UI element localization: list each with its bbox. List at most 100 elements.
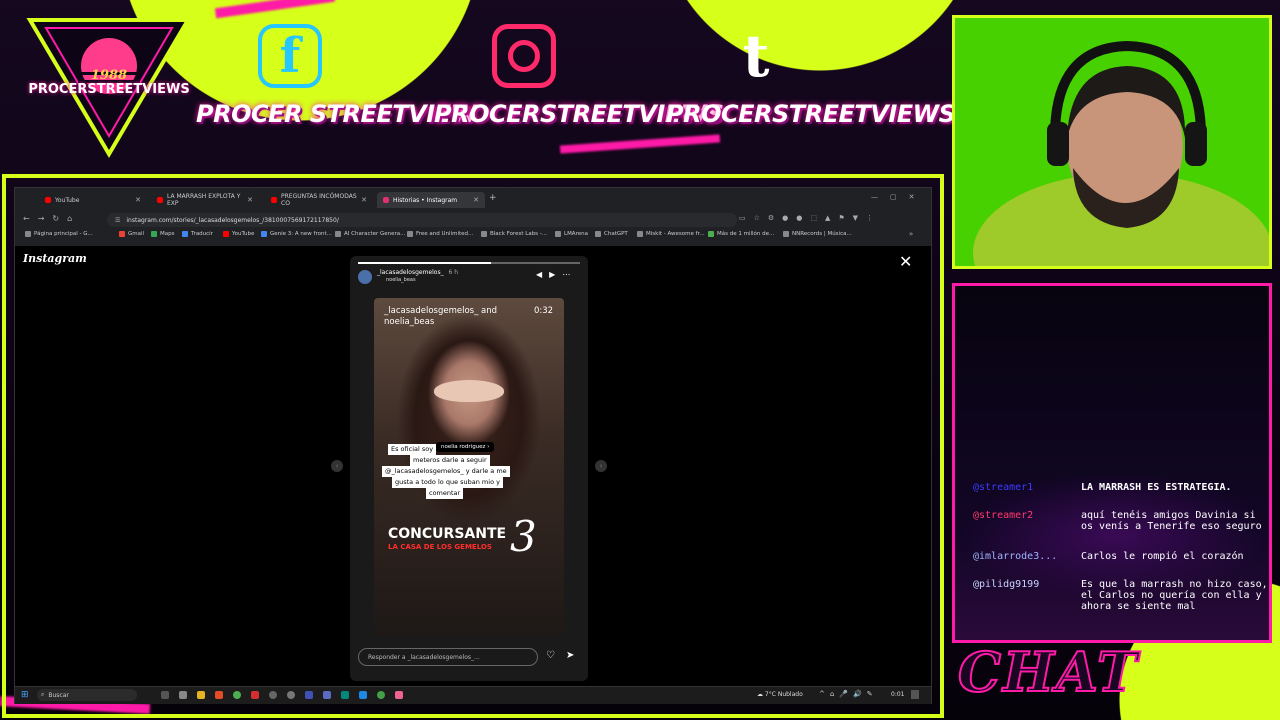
notifications-icon[interactable] [911, 690, 919, 699]
chat-message: @pilidg9199 Es que la marrash no hizo ca… [973, 579, 1269, 612]
start-icon[interactable]: ⊞ [21, 690, 29, 700]
bookmark-item[interactable]: Maps [151, 231, 174, 237]
chat-title: CHAT [957, 639, 1140, 705]
bookmark-item[interactable]: Traducir [182, 231, 213, 237]
close-icon[interactable]: ✕ [247, 196, 253, 204]
app-icon[interactable] [323, 691, 331, 699]
bookmark-item[interactable]: AI Character Genera... [335, 231, 405, 237]
app-icon[interactable] [215, 691, 223, 699]
story-account[interactable]: _lacasadelosgemelos_ [377, 269, 444, 276]
app-icon[interactable] [359, 691, 367, 699]
youtube-icon [271, 197, 277, 203]
overlay-title: CONCURSANTE [388, 526, 507, 542]
bookmark-item[interactable]: Free and Unlimited... [407, 231, 473, 237]
sticker-text: @_lacasadelosgemelos_ y darle a me [382, 466, 510, 477]
clock[interactable]: 0:01 [891, 691, 904, 698]
send-icon[interactable]: ➤ [566, 650, 574, 661]
bookmark-item[interactable]: Genie 3: A new front... [261, 231, 332, 237]
app-icon[interactable] [251, 691, 259, 699]
task-view-icon[interactable] [161, 691, 169, 699]
sticker-text: Es oficial soy [388, 444, 437, 455]
tumblr-handle: PROCERSTREETVIEWS [666, 100, 956, 128]
webcam-frame [952, 15, 1272, 269]
story-controls[interactable]: ◀▶⋯ [536, 270, 577, 279]
chat-text: Es que la marrash no hizo caso, el Carlo… [1081, 579, 1268, 612]
tab-marrash[interactable]: LA MARRASH EXPLOTA Y EXP ✕ [151, 192, 259, 208]
story-sub-account[interactable]: noelia_beas [386, 277, 416, 283]
chat-username: @imlarrode3... [973, 551, 1058, 562]
whatsapp-icon[interactable] [377, 691, 385, 699]
more-options-icon[interactable]: ⋯ [562, 270, 577, 279]
bookmark-item[interactable]: Página principal - G... [25, 231, 93, 237]
new-tab-button[interactable]: + [489, 193, 497, 203]
instagram-icon [383, 197, 389, 203]
story-header: _lacasadelosgemelos_ 6 h [377, 269, 458, 276]
app-icon[interactable] [269, 691, 277, 699]
channel-logo: 1988 PROCERSTREETVIEWS [26, 16, 192, 158]
prev-story-button[interactable]: ‹ [331, 460, 343, 472]
close-icon[interactable]: ✕ [135, 196, 141, 204]
chat-username: @pilidg9199 [973, 579, 1040, 590]
address-bar[interactable]: ☰ instagram.com/stories/_lacasadelosgeme… [107, 213, 737, 227]
bookmark-item[interactable]: ChatGPT [595, 231, 628, 237]
overlay-number: 3 [510, 512, 537, 561]
bookmark-item[interactable]: Miskit - Awesome fr... [637, 231, 705, 237]
tab-preguntas[interactable]: PREGUNTAS INCÓMODAS CO ✕ [265, 192, 373, 208]
streamer-figure [973, 40, 1269, 266]
cloud-icon: ☁ [757, 691, 763, 698]
site-info-icon[interactable]: ☰ [115, 217, 120, 224]
play-icon[interactable]: ▶ [549, 270, 562, 279]
instagram-logo[interactable]: Instagram [23, 252, 87, 265]
taskbar-search[interactable]: ⌕ Buscar [37, 689, 137, 701]
tumblr-icon: t [742, 22, 770, 90]
face-smile [434, 380, 504, 402]
avatar[interactable] [358, 270, 372, 284]
bookmark-item[interactable]: LMArena [555, 231, 588, 237]
story-video[interactable]: _lacasadelosgemelos_ and noelia_beas 0:3… [374, 298, 564, 636]
close-icon[interactable]: ✕ [361, 196, 367, 204]
more-bookmarks-icon[interactable]: » [909, 230, 913, 238]
close-story-button[interactable]: ✕ [899, 252, 912, 271]
sticker-text: meteros darle a seguir [410, 455, 490, 466]
app-icon[interactable] [395, 691, 403, 699]
close-icon[interactable]: ✕ [473, 196, 479, 204]
bookmark-item[interactable]: Black Forest Labs -... [481, 231, 547, 237]
mention-tag[interactable]: noelia rodriguez › [436, 442, 495, 452]
sticker-text: gusta a todo lo que suban mio y [392, 477, 503, 488]
window-controls[interactable]: —▢✕ [871, 193, 926, 201]
chat-username: @streamer1 [973, 482, 1034, 493]
chat-text: LA MARRASH ES ESTRATEGIA. [1081, 482, 1232, 493]
youtube-icon [157, 197, 163, 203]
bookmark-item[interactable]: Gmail [119, 231, 144, 237]
weather-widget[interactable]: ☁ 7°C Nublado [757, 691, 803, 698]
chrome-icon[interactable] [233, 691, 241, 699]
tab-youtube[interactable]: YouTube ✕ [39, 192, 147, 208]
url-text: instagram.com/stories/_lacasadelosgemelo… [126, 216, 339, 224]
bookmark-item[interactable]: NNRecords | Música... [783, 231, 852, 237]
search-icon: ⌕ [41, 691, 45, 698]
pink-streak [559, 134, 721, 154]
next-story-button[interactable]: › [595, 460, 607, 472]
like-icon[interactable]: ♡ [546, 650, 555, 661]
obs-icon[interactable] [287, 691, 295, 699]
toolbar-extensions[interactable]: ▭☆⚙●●⬚▲⚑▼⋮ [739, 214, 881, 222]
story-progress-bar [358, 262, 580, 264]
social-tumblr: t PROCERSTREETVIEWS [666, 22, 956, 134]
video-title: _lacasadelosgemelos_ and noelia_beas [384, 306, 498, 327]
mute-icon[interactable]: ◀ [536, 270, 549, 279]
app-icon[interactable] [179, 691, 187, 699]
bookmark-item[interactable]: YouTube [223, 231, 254, 237]
folder-icon[interactable] [197, 691, 205, 699]
nav-buttons[interactable]: ←→↻⌂ [23, 214, 80, 223]
chat-message: @streamer2 aquí tenéis amigos Davinia si… [973, 510, 1269, 532]
chat-message: @streamer1 LA MARRASH ES ESTRATEGIA. [973, 482, 1269, 493]
app-icon[interactable] [341, 691, 349, 699]
system-tray-icons[interactable]: ^⌂🎤🔊✎ [819, 690, 878, 698]
bookmark-item[interactable]: Más de 1 millón de... [708, 231, 774, 237]
tab-instagram-stories[interactable]: Historias • Instagram ✕ [377, 192, 485, 208]
chat-text: aquí tenéis amigos Davinia si os venís a… [1081, 510, 1262, 532]
video-duration: 0:32 [534, 306, 554, 316]
reply-input[interactable]: Responder a _lacasadelosgemelos_... [358, 648, 538, 666]
facebook-icon: f [258, 24, 322, 88]
app-icon[interactable] [305, 691, 313, 699]
